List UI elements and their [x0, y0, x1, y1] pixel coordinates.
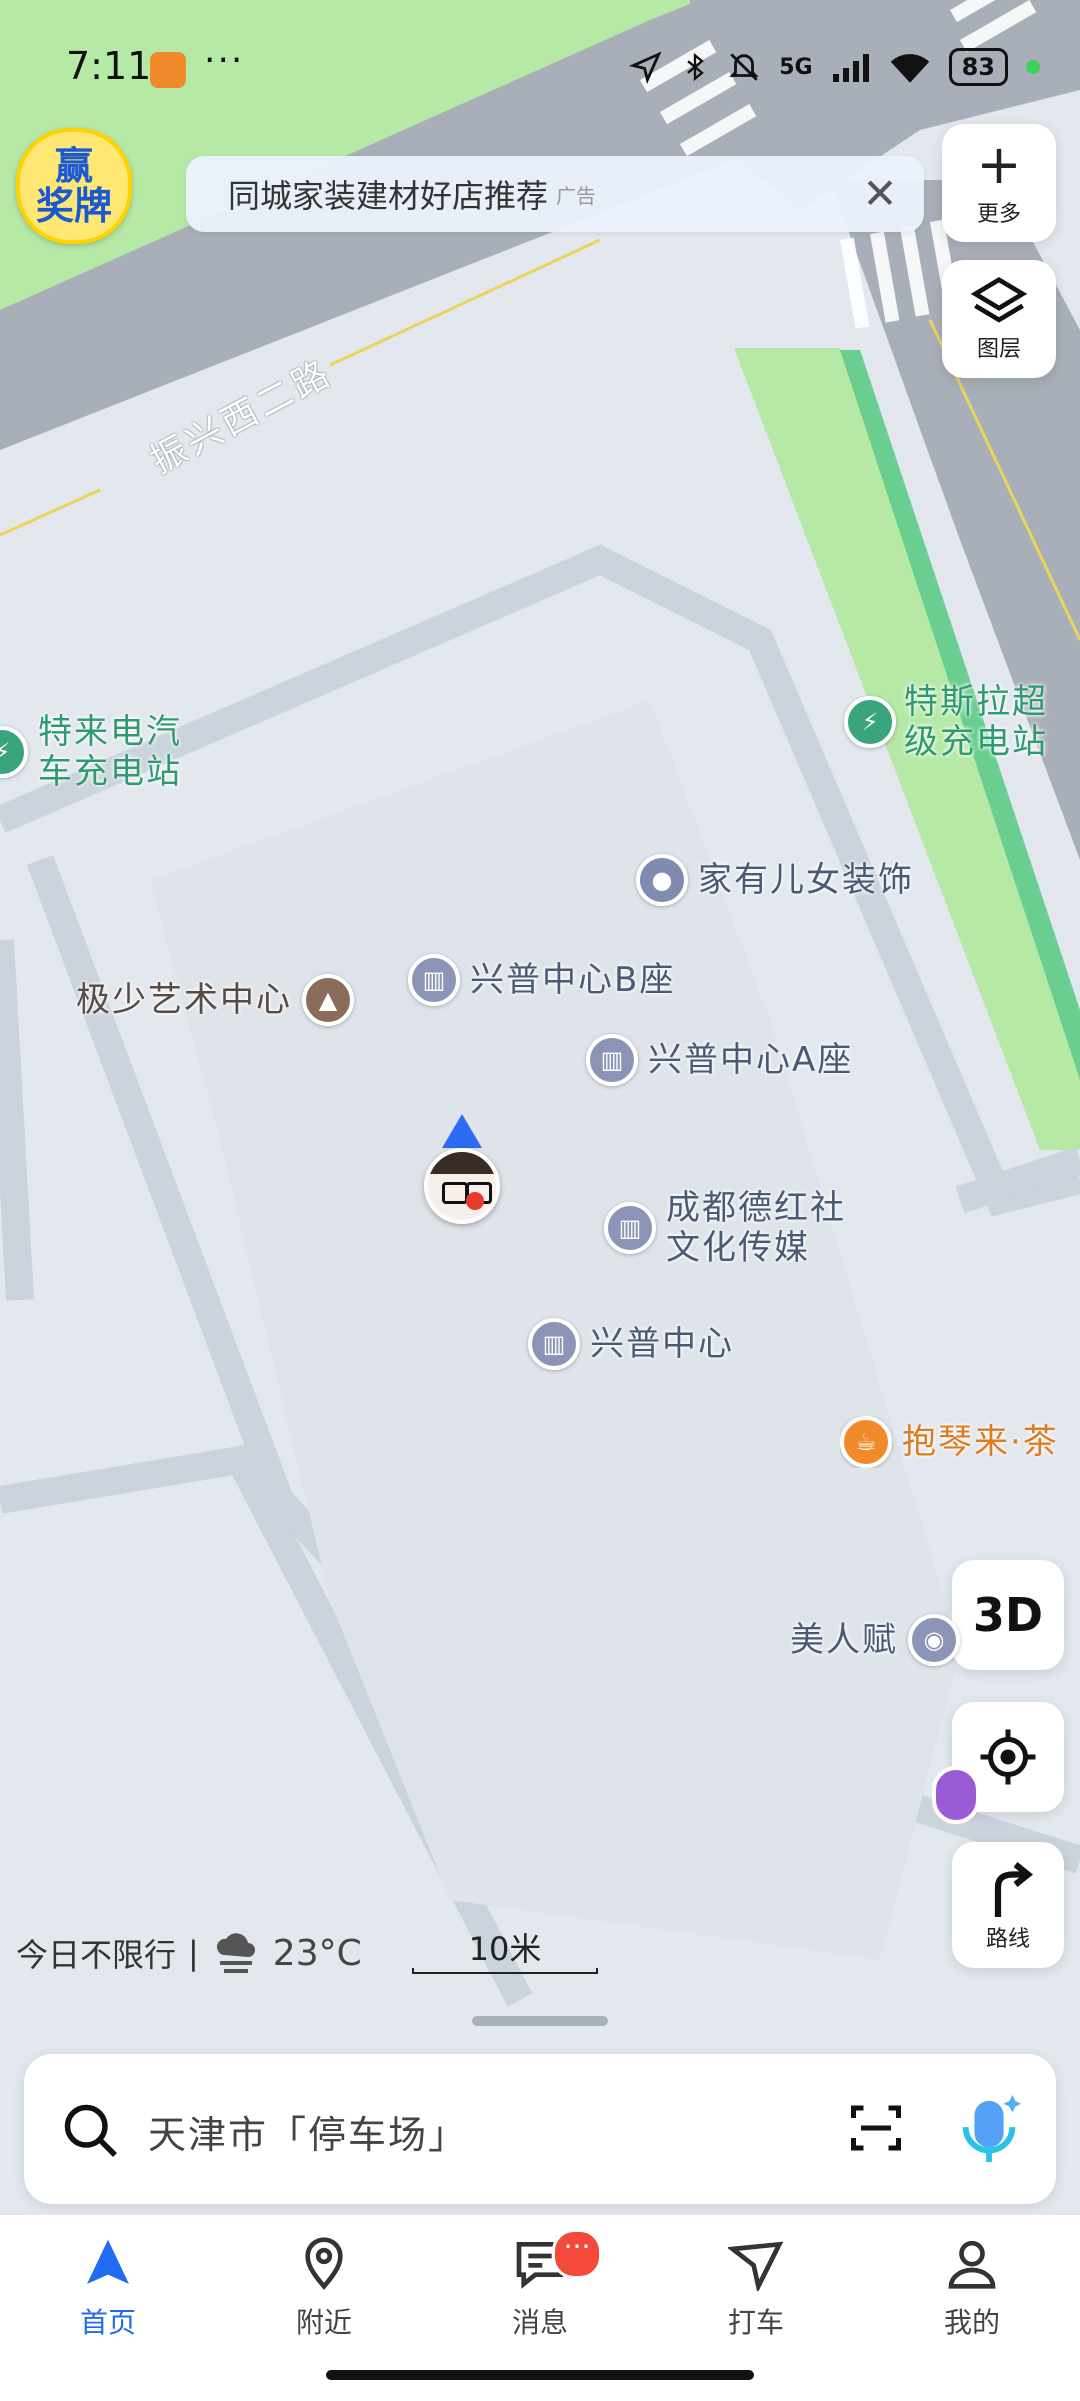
- gallery-icon: ▲: [302, 974, 354, 1026]
- ad-tag: 广告: [556, 183, 597, 208]
- layers-button[interactable]: 图层: [942, 260, 1056, 378]
- poi-chengdu[interactable]: ▥ 成都德红社 文化传媒: [604, 1188, 846, 1268]
- poi-xingpu[interactable]: ▥ 兴普中心: [528, 1318, 734, 1370]
- ad-text: 同城家装建材好店推荐: [228, 177, 549, 215]
- privacy-indicator: [1026, 60, 1040, 74]
- poi-baoqin[interactable]: ☕ 抱琴来·茶: [840, 1416, 1080, 1468]
- poi-telai-charger[interactable]: ⚡ 特来电汽 车充电站: [0, 712, 182, 792]
- tab-home-label: 首页: [79, 2306, 136, 2339]
- bluetooth-icon: [687, 52, 705, 82]
- tab-nearby[interactable]: 附近: [254, 2235, 394, 2341]
- tab-messages[interactable]: 消息 ···: [470, 2229, 610, 2341]
- poi-partial-icon[interactable]: [932, 1766, 980, 1824]
- route-turn-icon: [994, 1862, 1033, 1917]
- temperature: 23°C: [272, 1932, 362, 1974]
- tab-messages-label: 消息: [511, 2306, 568, 2339]
- award-line2: 奖牌: [35, 184, 112, 228]
- voice-mic-icon[interactable]: [954, 2088, 1024, 2172]
- scale-label: 10米: [468, 1930, 542, 1968]
- more-notifications-icon: ···: [204, 40, 245, 81]
- status-bar: 7:11 ··· 5G 83: [0, 0, 1080, 140]
- network-type: 5G: [779, 54, 813, 80]
- layers-icon: [970, 276, 1028, 323]
- coffee-icon: ☕: [840, 1416, 892, 1468]
- status-time: 7:11: [66, 44, 152, 88]
- tab-taxi-label: 打车: [727, 2306, 784, 2339]
- poi-xingpu-b[interactable]: ▥ 兴普中心B座: [408, 954, 675, 1006]
- three-d-label: 3D: [972, 1588, 1044, 1642]
- search-icon: [64, 2104, 117, 2157]
- layers-label: 图层: [976, 337, 1021, 362]
- info-divider: |: [188, 1934, 199, 1972]
- user-icon: [948, 2240, 996, 2289]
- poi-jiayou[interactable]: ● 家有儿女装饰: [636, 854, 914, 906]
- more-button[interactable]: + 更多: [942, 124, 1056, 242]
- scan-icon[interactable]: [846, 2098, 906, 2158]
- poi-jiayou-name: 家有儿女装饰: [698, 860, 914, 900]
- circle-pin-icon: ●: [636, 854, 688, 906]
- poi-xingpu-b-name: 兴普中心B座: [470, 960, 676, 1000]
- search-input[interactable]: 天津市「停车场」: [148, 2104, 468, 2159]
- poi-tesla-name: 特斯拉超 级充电站: [904, 682, 1048, 762]
- drag-handle[interactable]: [472, 2016, 608, 2026]
- plus-icon: +: [976, 133, 1022, 196]
- close-icon[interactable]: ✕: [854, 168, 906, 220]
- cloud-rain-icon: [216, 1933, 255, 1973]
- poi-jishao[interactable]: ▲ 极少艺术中心: [66, 974, 354, 1026]
- home-indicator[interactable]: [326, 2370, 754, 2380]
- poi-meirenfu[interactable]: 美人赋 ◉: [790, 1614, 960, 1666]
- building-icon: ▥: [408, 954, 460, 1006]
- home-arrow-icon: [87, 2239, 129, 2284]
- tab-profile-label: 我的: [943, 2306, 1000, 2339]
- app-notification-icon: [150, 52, 186, 88]
- location-pin-icon: [305, 2237, 343, 2290]
- poi-baoqin-name: 抱琴来·茶: [902, 1422, 1059, 1462]
- info-bar: 今日不限行 | 23°C: [16, 1930, 362, 1976]
- mute-icon: [729, 53, 759, 81]
- building-icon: ▥: [586, 1034, 638, 1086]
- avatar: [424, 1148, 500, 1224]
- poi-meirenfu-name: 美人赋: [790, 1620, 898, 1660]
- poi-xingpu-a-name: 兴普中心A座: [648, 1040, 854, 1080]
- heading-arrow-icon: [442, 1114, 482, 1148]
- tab-home[interactable]: 首页: [38, 2235, 178, 2341]
- poi-telai-name: 特来电汽 车充电站: [38, 712, 182, 792]
- poi-xingpu-name: 兴普中心: [590, 1324, 734, 1364]
- restriction-text: 今日不限行: [16, 1936, 177, 1974]
- more-label: 更多: [976, 202, 1021, 227]
- route-label: 路线: [985, 1927, 1030, 1952]
- taxi-arrow-icon: [728, 2241, 784, 2291]
- building-icon: ▥: [528, 1318, 580, 1370]
- poi-chengdu-name: 成都德红社 文化传媒: [666, 1188, 846, 1268]
- location-arrow-icon: [629, 51, 662, 84]
- search-bar[interactable]: 天津市「停车场」: [24, 2054, 1056, 2204]
- award-badge[interactable]: 赢 奖牌: [16, 128, 132, 244]
- notification-badge: ···: [552, 2229, 602, 2279]
- route-button[interactable]: 路线: [952, 1842, 1064, 1968]
- map-canvas[interactable]: [0, 0, 1080, 2400]
- poi-jishao-name: 极少艺术中心: [76, 980, 292, 1020]
- my-location-marker[interactable]: [420, 1114, 504, 1224]
- building-icon: ▥: [604, 1202, 656, 1254]
- crosshair-icon: [980, 1729, 1036, 1785]
- map-scale: 10米: [412, 1924, 598, 1978]
- charging-icon: ⚡: [0, 726, 28, 778]
- camera-icon: ◉: [908, 1614, 960, 1666]
- award-line1: 赢: [54, 144, 93, 188]
- battery-level: 83: [948, 48, 1008, 86]
- wifi-icon: [890, 54, 929, 83]
- signal-icon: [832, 54, 869, 82]
- tab-nearby-label: 附近: [295, 2306, 352, 2339]
- scale-bar: [412, 1968, 598, 1974]
- ad-banner[interactable]: 同城家装建材好店推荐 广告 ✕: [186, 156, 924, 232]
- tab-profile[interactable]: 我的: [902, 2235, 1042, 2341]
- three-d-button[interactable]: 3D: [952, 1560, 1064, 1670]
- tab-taxi[interactable]: 打车: [686, 2235, 826, 2341]
- poi-tesla-charger[interactable]: 特斯拉超 级充电站 ⚡: [844, 682, 1048, 762]
- poi-xingpu-a[interactable]: ▥ 兴普中心A座: [586, 1034, 853, 1086]
- charging-icon: ⚡: [844, 696, 896, 748]
